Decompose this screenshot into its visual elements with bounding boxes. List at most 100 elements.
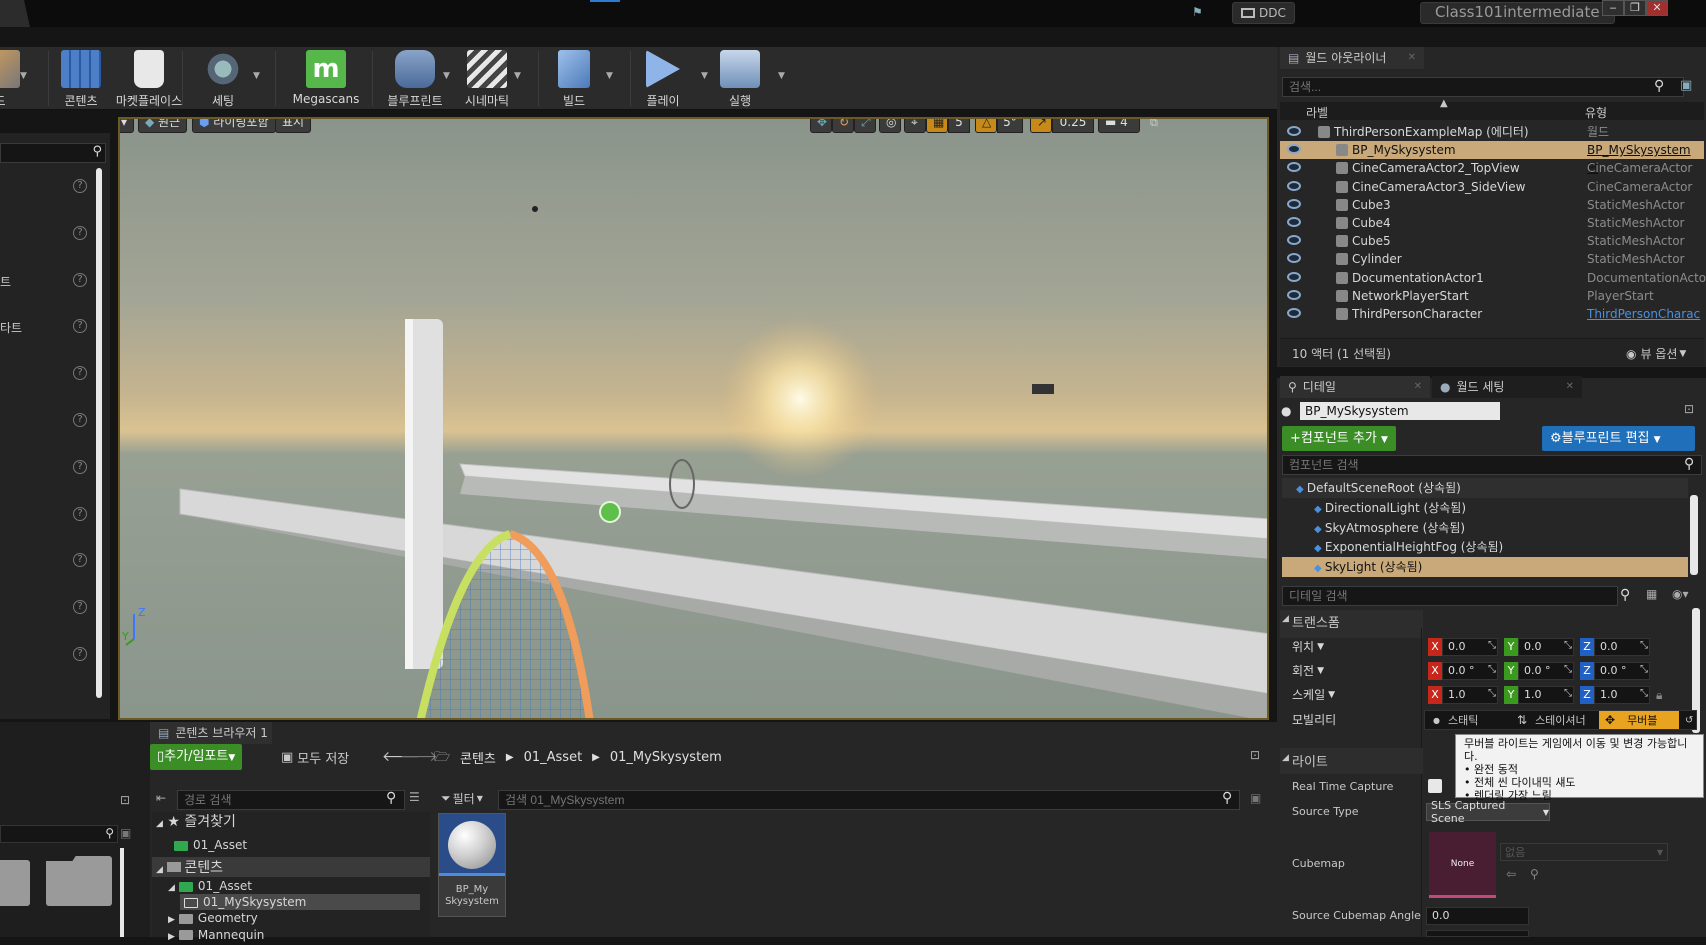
collapse-icon[interactable]: ◢ [1282,614,1289,624]
favorite-item[interactable]: 01_Asset [174,837,247,853]
help-icon[interactable]: ? [73,225,87,240]
tab-world-settings[interactable]: ● 월드 세팅 ✕ [1432,376,1582,398]
drag-handle-icon[interactable]: ⤡ [1564,688,1572,699]
chevron-down-icon[interactable]: ▼ [253,71,260,81]
reset-icon[interactable]: ↺ [1685,715,1693,726]
add-import-button[interactable]: ▯추가/임포트▼ [150,744,243,770]
help-icon[interactable]: ? [73,179,87,193]
camera-speed-button[interactable]: ▬ 4 [1098,119,1140,133]
breadcrumb-item[interactable]: 콘텐츠 [460,748,496,767]
grid-snap-value[interactable]: 5 [948,119,970,133]
mobility-movable-option[interactable]: ✥ 무버블 [1599,711,1679,729]
use-selected-icon[interactable]: ⇦ [1506,867,1516,881]
cubemap-thumbnail[interactable]: None [1429,832,1496,898]
close-icon[interactable]: ✕ [1566,376,1574,398]
drag-handle-icon[interactable]: ⤡ [1640,640,1648,651]
filter-button[interactable]: ⏷ 필터 ▼ [441,790,483,807]
lock-icon[interactable]: ⊡ [1250,748,1260,762]
breadcrumb-item[interactable]: 01_Asset [524,750,583,765]
grid-snap-icon[interactable]: ▦ [926,119,948,133]
component-row[interactable]: ◆ DirectionalLight (상속됨) [1282,498,1688,518]
source-cubemap-angle-field[interactable]: 0.0 [1426,907,1529,925]
detail-search-input[interactable] [1282,586,1618,606]
light-header[interactable]: 라이트 [1292,751,1328,770]
tab-details[interactable]: ⚲ 디테일 ✕ [1280,376,1430,398]
tab-world-outliner[interactable]: ▤ 월드 아웃라이너 ✕ [1280,47,1424,69]
drag-handle-icon[interactable]: ⤡ [1488,640,1496,651]
asset-search-input[interactable] [498,790,1240,810]
eye-icon[interactable] [1287,126,1301,136]
toolbar-launch-button[interactable]: 실행 [705,50,775,109]
toolbar-marketplace-button[interactable]: 마켓플레이스 [112,50,186,109]
toolbar-play-button[interactable]: 플레이 [628,50,698,109]
component-row[interactable]: ◆ DefaultSceneRoot (상속됨) [1282,478,1688,498]
rotation-snap-value[interactable]: 5° [997,119,1023,133]
drag-handle-icon[interactable]: ⤡ [1488,664,1496,675]
outliner-row[interactable]: BP_MySkysystem BP_MySkysystem 편 [1280,141,1704,175]
help-icon[interactable]: ? [73,506,87,521]
drag-handle-icon[interactable]: ⤡ [1564,640,1572,651]
mobility-stationary-option[interactable]: ⇅ 스테이셔너 [1513,711,1599,729]
drag-handle-icon[interactable]: ⤡ [1564,664,1572,675]
scale-snap-value[interactable]: 0.25 [1052,119,1094,133]
eye-icon[interactable] [1287,235,1301,246]
cubemap-asset-picker[interactable]: 없음 ▼ [1500,843,1668,861]
surface-snap-icon[interactable]: ⌖ [904,119,926,133]
outliner-search-input[interactable] [1282,77,1684,97]
folder-tree-item[interactable]: 01_MySkysystem [180,894,420,911]
outliner-row[interactable]: CineCameraActor2_TopView CineCameraActor [1280,159,1704,177]
component-row[interactable]: ◆ SkyAtmosphere (상속됨) [1282,518,1688,538]
expand-icon[interactable]: ◢ [168,883,175,893]
place-actor-item[interactable]: 타트 [0,319,22,336]
outliner-row[interactable]: Cylinder StaticMeshActor [1280,250,1704,268]
collapse-icon[interactable]: ◢ [1282,753,1289,763]
chevron-down-icon[interactable]: ▼ [778,71,785,81]
outliner-row[interactable]: Cube3 StaticMeshActor [1280,196,1704,214]
viewport-options-button[interactable]: ▾ [120,119,134,133]
close-icon[interactable]: ✕ [1414,376,1422,398]
maximize-viewport-icon[interactable]: ⧉ [1150,119,1158,130]
chevron-down-icon[interactable]: ▼ [606,71,613,81]
browse-icon[interactable]: ⚲ [1530,867,1539,881]
property-matrix-icon[interactable]: ▦ [1646,587,1657,601]
help-icon[interactable]: ? [73,647,87,661]
eye-icon[interactable] [1287,217,1301,227]
asset-tile[interactable]: BP_My Skysystem [438,813,506,917]
component-row[interactable]: ◆ ExponentialHeightFog (상속됨) [1282,537,1688,557]
save-search-icon[interactable]: ▣ [1250,791,1261,805]
place-actor-item[interactable]: 트 [0,273,11,290]
help-icon[interactable]: ? [73,459,87,474]
outliner-row[interactable]: NetworkPlayerStart PlayerStart [1280,287,1704,305]
eye-icon[interactable]: ◉▾ [1672,587,1689,601]
lock-icon[interactable]: ⊡ [120,793,130,807]
help-icon[interactable]: ? [73,413,87,427]
help-icon[interactable]: ? [73,272,87,287]
save-all-button[interactable]: ▣ 모두 저장 [281,748,349,767]
chevron-down-icon[interactable]: ▼ [514,71,521,81]
path-search-input[interactable] [177,790,405,810]
tab-content-browser[interactable]: ▤ 콘텐츠 브라우저 1 [150,722,272,744]
breadcrumb-item[interactable]: 01_MySkysystem [610,750,722,765]
translate-tool-icon[interactable]: ✥ [810,119,832,133]
show-button[interactable]: 표시 [275,119,312,133]
restore-button[interactable]: ❐ [1624,0,1646,16]
toolbar-build-button[interactable]: 빌드 [539,50,609,109]
folder-tree-item[interactable]: ◢ 01_Asset [168,878,252,894]
level-viewport[interactable]: Z Y ▾ ◆ 원근 ⬢ 라이팅포함 표시 ✥ ↻ ⤢ ◎ ⌖ ▦ 5 △ 5°… [118,117,1269,720]
forward-arrow-icon[interactable]: 🡒 [400,748,438,765]
drag-handle-icon[interactable]: ⤡ [1488,688,1496,699]
real-time-capture-checkbox[interactable] [1428,779,1442,793]
close-button[interactable]: ✕ [1646,0,1668,16]
scrollbar[interactable] [120,848,124,937]
outliner-row[interactable]: DocumentationActor1 DocumentationActor [1280,269,1706,287]
folder-thumbnail[interactable] [0,860,30,906]
folder-thumbnail[interactable] [46,856,112,906]
expand-icon[interactable]: ▶ [168,915,175,925]
edit-blueprint-button[interactable]: ⚙블루프린트 편집 ▼ [1542,426,1695,451]
next-property-field[interactable] [1426,930,1529,937]
drag-handle-icon[interactable]: ⤡ [1640,664,1648,675]
component-scrollbar[interactable] [1690,495,1698,575]
rotate-tool-icon[interactable]: ↻ [832,119,854,133]
toolbar-modes-button[interactable]: 드 [0,50,35,109]
world-local-icon[interactable]: ◎ [879,119,901,133]
